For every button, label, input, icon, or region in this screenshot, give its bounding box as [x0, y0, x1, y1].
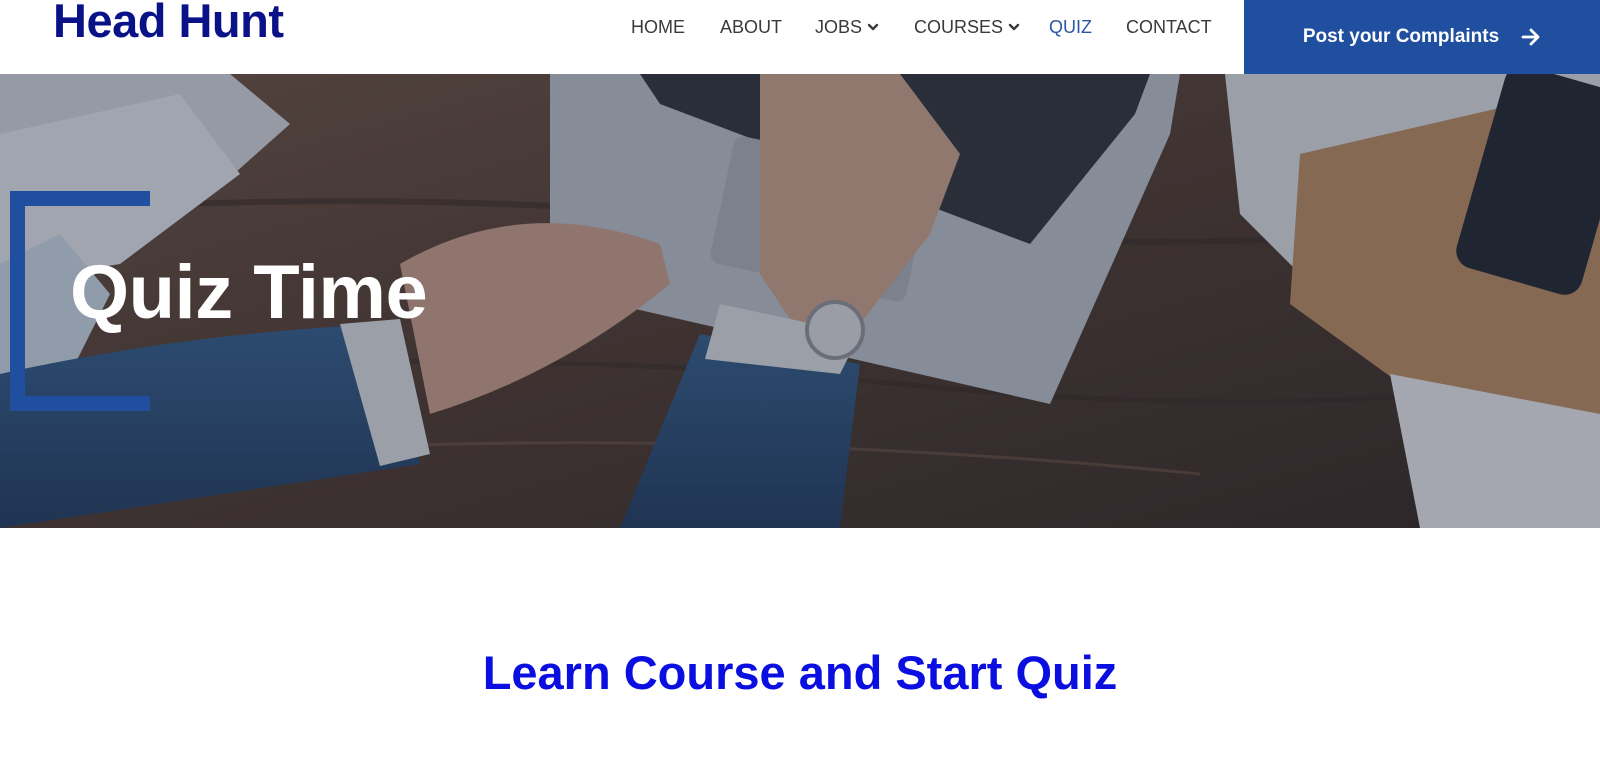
nav-courses-label: COURSES	[914, 17, 1004, 37]
chevron-down-icon	[1008, 23, 1020, 31]
chevron-down-icon	[867, 23, 879, 31]
nav-jobs-label: JOBS	[815, 17, 863, 37]
nav-about[interactable]: ABOUT	[720, 16, 782, 38]
post-complaints-label: Post your Complaints	[1302, 26, 1500, 47]
section-heading: Learn Course and Start Quiz	[482, 646, 1118, 699]
post-complaints-button[interactable]: Post your Complaints	[1244, 0, 1600, 74]
arrow-right-icon	[1521, 28, 1540, 46]
nav-quiz[interactable]: QUIZ	[1049, 16, 1092, 38]
hero-title: Quiz Time	[70, 250, 428, 335]
nav-jobs[interactable]: JOBS	[815, 16, 879, 38]
hero-banner: Quiz Time	[0, 74, 1600, 528]
nav-home[interactable]: HOME	[631, 16, 685, 38]
site-header: Head Hunt HOME ABOUT JOBS COURSES QUIZ C…	[0, 0, 1600, 74]
nav-courses[interactable]: COURSES	[914, 16, 1020, 38]
site-logo[interactable]: Head Hunt	[53, 0, 284, 49]
nav-contact[interactable]: CONTACT	[1126, 16, 1212, 38]
